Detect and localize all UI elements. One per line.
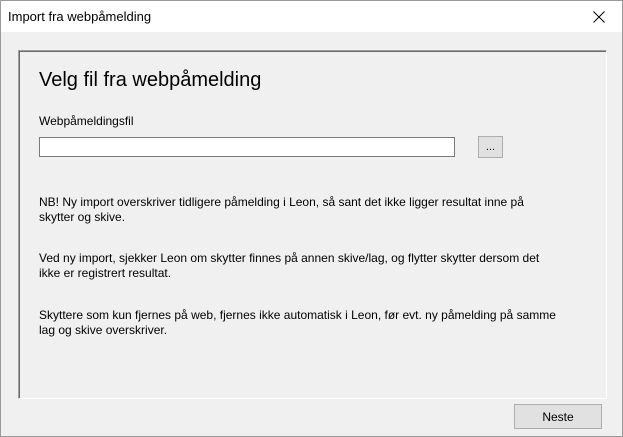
wizard-panel: Velg fil fra webpåmelding Webpåmeldingsf…: [18, 50, 607, 399]
dialog-body: Velg fil fra webpåmelding Webpåmeldingsf…: [1, 32, 622, 436]
browse-button[interactable]: ...: [478, 136, 503, 158]
note-web-removal: Skyttere som kun fjernes på web, fjernes…: [39, 308, 556, 337]
import-dialog: Import fra webpåmelding Velg fil fra web…: [0, 0, 623, 437]
file-field-label: Webpåmeldingsfil: [39, 114, 134, 128]
close-button[interactable]: [576, 1, 622, 32]
window-title: Import fra webpåmelding: [8, 9, 152, 24]
note-import-overwrite: NB! Ny import overskriver tidligere påme…: [39, 195, 524, 224]
file-path-input[interactable]: [39, 137, 455, 157]
title-bar[interactable]: Import fra webpåmelding: [1, 1, 622, 32]
note-import-move: Ved ny import, sjekker Leon om skytter f…: [39, 251, 540, 280]
page-title: Velg fil fra webpåmelding: [39, 69, 262, 91]
next-button[interactable]: Neste: [514, 404, 602, 429]
close-icon: [593, 10, 605, 23]
